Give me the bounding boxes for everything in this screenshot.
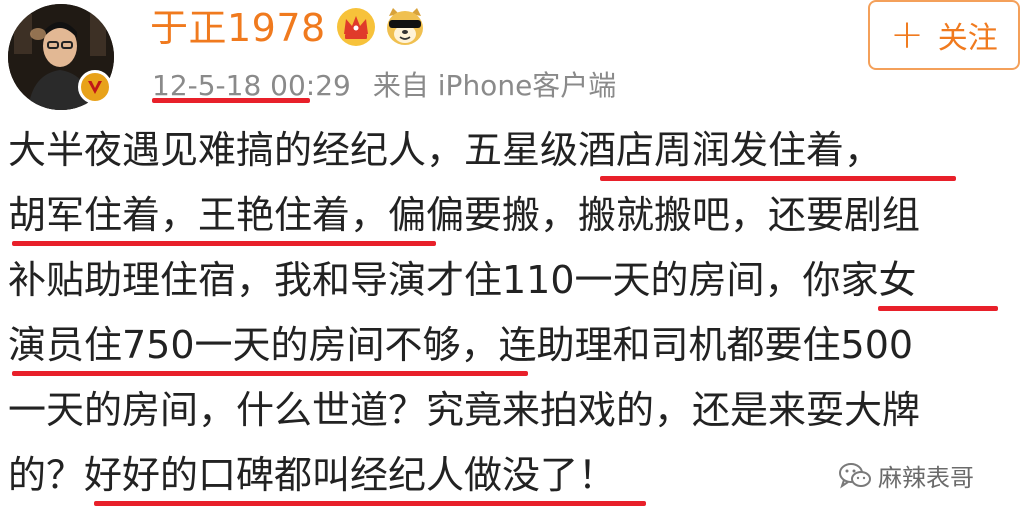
- follow-button[interactable]: + 关注: [868, 0, 1020, 70]
- highlight-underline: [94, 501, 646, 506]
- highlight-underline: [878, 306, 998, 311]
- verified-badge-icon: [78, 70, 112, 104]
- content-line-text: 补贴助理住宿，我和导演才住110一天的房间，你家女: [8, 258, 917, 302]
- highlight-underline: [12, 241, 436, 246]
- content-line-text: 一天的房间，什么世道？究竟来拍戏的，还是来耍大牌: [8, 388, 921, 432]
- follow-label: 关注: [937, 21, 998, 56]
- content-line-text: 大半夜遇见难搞的经纪人，五星级酒店周润发住着，: [8, 128, 883, 172]
- post-source: 来自 iPhone客户端: [372, 69, 617, 102]
- plus-icon: +: [890, 12, 924, 58]
- content-line-text: 胡军住着，王艳住着，偏偏要搬，搬就搬吧，还要剧组: [8, 193, 921, 237]
- dog-emoji-icon: [387, 8, 423, 45]
- content-line: 补贴助理住宿，我和导演才住110一天的房间，你家女: [8, 248, 1023, 313]
- highlight-underline: [600, 176, 956, 181]
- timestamp-underline: [152, 98, 310, 103]
- content-line: 胡军住着，王艳住着，偏偏要搬，搬就搬吧，还要剧组: [8, 183, 1023, 248]
- content-line-text: 的？好好的口碑都叫经纪人做没了！: [8, 453, 617, 497]
- highlight-underline: [12, 371, 528, 376]
- content-line-text: 演员住750一天的房间不够，连助理和司机都要住500: [8, 323, 914, 367]
- wechat-icon: [839, 462, 871, 488]
- watermark-text: 麻辣表哥: [878, 464, 974, 492]
- content-line: 大半夜遇见难搞的经纪人，五星级酒店周润发住着，: [8, 118, 1023, 183]
- content-line: 一天的房间，什么世道？究竟来拍戏的，还是来耍大牌: [8, 378, 1023, 443]
- watermark: 麻辣表哥: [838, 458, 974, 493]
- crown-icon: [337, 8, 375, 46]
- username[interactable]: 于正1978: [150, 6, 326, 50]
- content-line: 演员住750一天的房间不够，连助理和司机都要住500: [8, 313, 1023, 378]
- post-content: 大半夜遇见难搞的经纪人，五星级酒店周润发住着， 胡军住着，王艳住着，偏偏要搬，搬…: [8, 118, 1023, 508]
